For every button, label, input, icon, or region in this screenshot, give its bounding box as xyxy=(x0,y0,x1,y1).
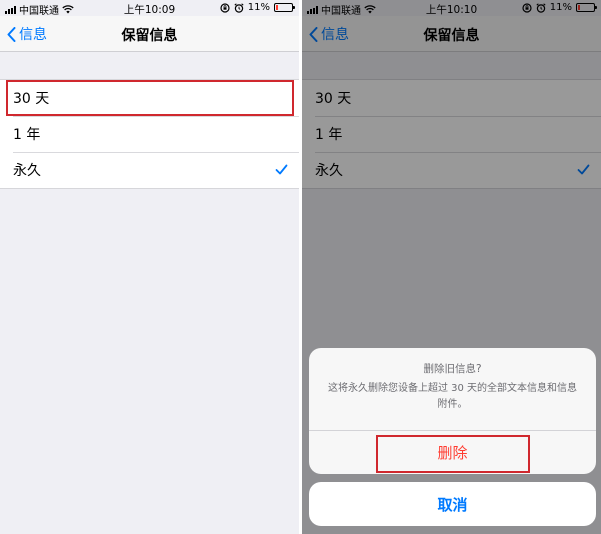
option-forever[interactable]: 永久 xyxy=(0,152,299,188)
alarm-icon xyxy=(234,2,244,13)
action-sheet-title: 删除旧信息? xyxy=(423,363,482,375)
screen-right: 中国联通 上午10:10 11% 信息 保留信息 30 天 1 年 永久 删除旧… xyxy=(302,0,601,534)
screen-left: 中国联通 上午10:09 11% 信息 保留信息 30 天 1 年 永久 xyxy=(0,0,299,534)
status-right: 11% xyxy=(220,2,295,13)
cancel-button[interactable]: 取消 xyxy=(309,482,596,526)
action-sheet-message: 这将永久删除您设备上超过 30 天的全部文本信息和信息附件。 xyxy=(327,383,578,410)
status-bar: 中国联通 上午10:09 11% xyxy=(0,0,299,17)
option-label: 永久 xyxy=(13,163,41,179)
battery-icon xyxy=(274,3,295,12)
option-1-year[interactable]: 1 年 xyxy=(0,116,299,152)
delete-button[interactable]: 删除 xyxy=(309,431,596,474)
battery-percent: 11% xyxy=(247,2,270,13)
checkmark-icon xyxy=(275,164,288,175)
option-label: 1 年 xyxy=(13,127,41,143)
action-sheet: 删除旧信息? 这将永久删除您设备上超过 30 天的全部文本信息和信息附件。 删除 xyxy=(309,348,596,474)
page-title: 保留信息 xyxy=(121,28,178,44)
lock-rotation-icon xyxy=(220,2,230,13)
option-label: 30 天 xyxy=(13,91,50,107)
option-30-days[interactable]: 30 天 xyxy=(0,80,299,116)
retention-options-list: 30 天 1 年 永久 xyxy=(0,79,299,189)
navigation-bar: 信息 保留信息 xyxy=(0,16,299,52)
